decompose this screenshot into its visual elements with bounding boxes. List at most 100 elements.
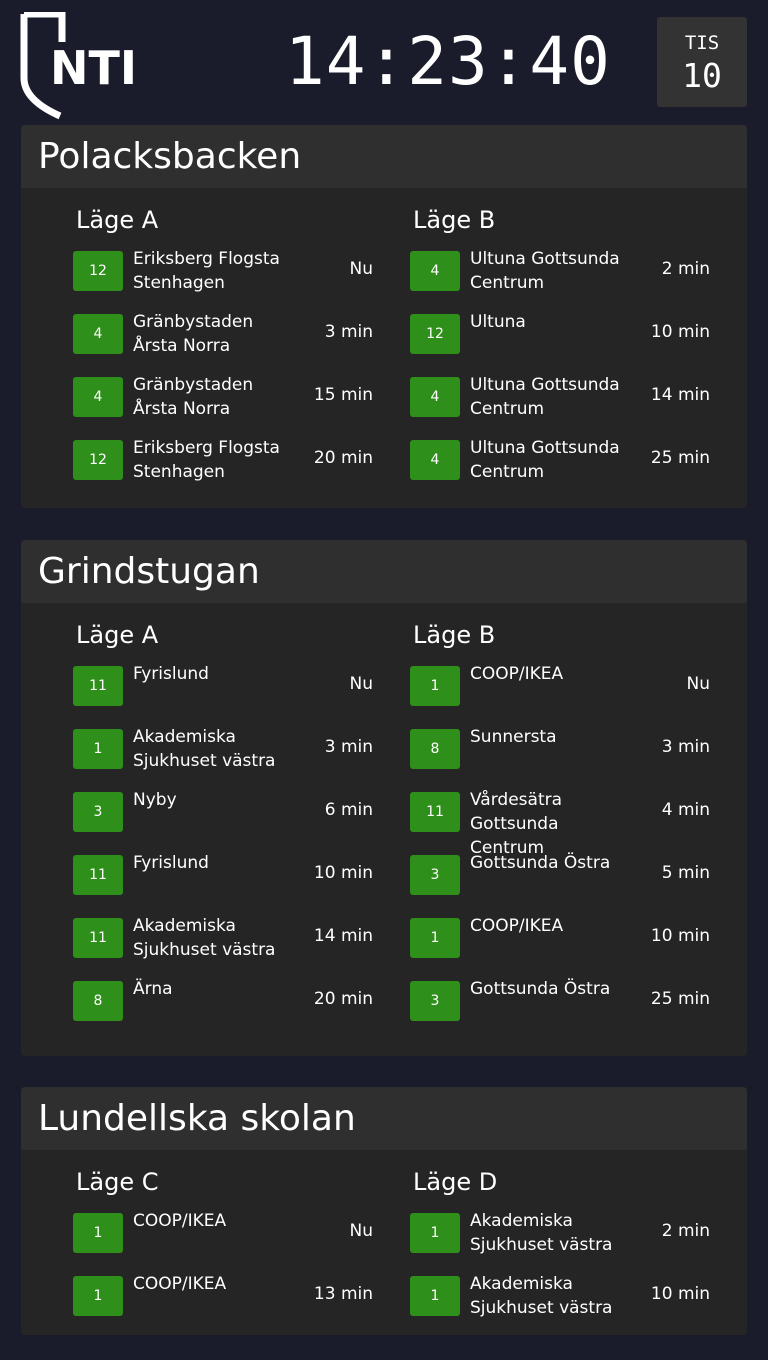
line-badge: 3	[410, 981, 460, 1021]
line-badge: 4	[410, 440, 460, 480]
position-label: Läge A	[76, 206, 159, 234]
destination: Gottsunda Östra	[470, 979, 611, 999]
destination: Ultuna	[470, 312, 526, 332]
departure-time: 2 min	[661, 259, 710, 279]
departure-time: Nu	[686, 674, 711, 694]
line-badge: 11	[73, 855, 123, 895]
departure-row: 4 Ultuna Gottsunda Centrum 14 min	[410, 375, 710, 438]
line-badge: 1	[410, 1213, 460, 1253]
logo-text: NTI	[50, 41, 137, 95]
line-badge: 12	[73, 440, 123, 480]
departure-time: 14 min	[650, 385, 710, 405]
weekday: TIS	[684, 32, 720, 54]
destination: Akademiska Sjukhuset västra	[470, 1274, 613, 1318]
line-badge: 4	[73, 314, 123, 354]
departure-row: 3 Gottsunda Östra 5 min	[410, 853, 710, 916]
stop-card: Lundellska skolan Läge C 1 COOP/IKEA Nu …	[21, 1087, 747, 1335]
departure-time: 4 min	[661, 800, 710, 820]
departure-row: 1 Akademiska Sjukhuset västra 10 min	[410, 1274, 710, 1335]
departure-time: Nu	[349, 1221, 374, 1241]
departure-row: 4 Gränbystaden Årsta Norra 3 min	[73, 312, 373, 375]
departure-time: 25 min	[650, 448, 710, 468]
departure-row: 4 Ultuna Gottsunda Centrum 25 min	[410, 438, 710, 501]
destination: Akademiska Sjukhuset västra	[133, 727, 276, 771]
departure-row: 1 Akademiska Sjukhuset västra 2 min	[410, 1211, 710, 1274]
departure-time: Nu	[349, 259, 374, 279]
destination: Nyby	[133, 790, 177, 810]
departure-row: 1 COOP/IKEA Nu	[73, 1211, 373, 1274]
departure-row: 11 Vårdesätra Gottsunda Centrum 4 min	[410, 790, 710, 858]
departure-time: Nu	[349, 674, 374, 694]
destination: Fyrislund	[133, 664, 209, 684]
destination: Gottsunda Östra	[470, 853, 611, 873]
line-badge: 12	[73, 251, 123, 291]
departure-time: 20 min	[313, 448, 373, 468]
departure-time: 20 min	[313, 989, 373, 1009]
departure-row: 1 COOP/IKEA 10 min	[410, 916, 710, 979]
line-badge: 11	[73, 666, 123, 706]
destination: COOP/IKEA	[133, 1274, 227, 1294]
day-of-month: 10	[682, 56, 722, 95]
line-badge: 4	[410, 251, 460, 291]
line-badge: 1	[410, 1276, 460, 1316]
departure-row: 1 COOP/IKEA 13 min	[73, 1274, 373, 1335]
departure-row: 3 Gottsunda Östra 25 min	[410, 979, 710, 1042]
line-badge: 1	[73, 1213, 123, 1253]
stop-title: Polacksbacken	[21, 125, 747, 188]
line-badge: 8	[73, 981, 123, 1021]
line-badge: 1	[73, 1276, 123, 1316]
departure-time: 6 min	[324, 800, 373, 820]
destination: COOP/IKEA	[470, 664, 564, 684]
line-badge: 4	[73, 377, 123, 417]
line-badge: 1	[410, 666, 460, 706]
departure-row: 8 Ärna 20 min	[73, 979, 373, 1042]
departure-time: 3 min	[661, 737, 710, 757]
clock: 14:23:40	[285, 23, 611, 100]
departure-row: 1 COOP/IKEA Nu	[410, 664, 710, 727]
destination: COOP/IKEA	[470, 916, 564, 936]
position-label: Läge A	[76, 621, 159, 649]
departure-time: 10 min	[313, 863, 373, 883]
line-badge: 3	[73, 792, 123, 832]
nti-logo: NTI	[20, 10, 150, 120]
line-badge: 1	[410, 918, 460, 958]
departure-row: 12 Ultuna 10 min	[410, 312, 710, 375]
position-label: Läge D	[413, 1168, 498, 1196]
destination: Vårdesätra Gottsunda Centrum	[470, 790, 563, 858]
departure-row: 4 Gränbystaden Årsta Norra 15 min	[73, 375, 373, 438]
destination: Akademiska Sjukhuset västra	[470, 1211, 613, 1255]
position-label: Läge B	[413, 206, 496, 234]
line-badge: 8	[410, 729, 460, 769]
destination: Eriksberg Flogsta Stenhagen	[133, 438, 280, 482]
departure-time: 25 min	[650, 989, 710, 1009]
stop-title: Grindstugan	[21, 540, 747, 603]
departure-row: 12 Eriksberg Flogsta Stenhagen Nu	[73, 249, 373, 312]
departure-time: 15 min	[313, 385, 373, 405]
destination: Gränbystaden Årsta Norra	[133, 312, 254, 356]
departure-time: 2 min	[661, 1221, 710, 1241]
line-badge: 4	[410, 377, 460, 417]
line-badge: 11	[73, 918, 123, 958]
destination: Ärna	[133, 979, 173, 999]
departure-row: 12 Eriksberg Flogsta Stenhagen 20 min	[73, 438, 373, 501]
destination: Ultuna Gottsunda Centrum	[470, 249, 620, 293]
header: NTI 14:23:40 TIS 10	[0, 0, 768, 125]
departure-row: 11 Fyrislund 10 min	[73, 853, 373, 916]
departure-time: 5 min	[661, 863, 710, 883]
destination: Fyrislund	[133, 853, 209, 873]
departure-row: 1 Akademiska Sjukhuset västra 3 min	[73, 727, 373, 790]
departure-row: 11 Fyrislund Nu	[73, 664, 373, 727]
line-badge: 11	[410, 792, 460, 832]
destination: Eriksberg Flogsta Stenhagen	[133, 249, 280, 293]
position-label: Läge B	[413, 621, 496, 649]
stop-title: Lundellska skolan	[21, 1087, 747, 1150]
stop-card: Polacksbacken Läge A 12 Eriksberg Flogst…	[21, 125, 747, 508]
line-badge: 1	[73, 729, 123, 769]
departure-time: 3 min	[324, 737, 373, 757]
destination: Gränbystaden Årsta Norra	[133, 375, 254, 419]
date-box: TIS 10	[657, 17, 747, 107]
departure-row: 4 Ultuna Gottsunda Centrum 2 min	[410, 249, 710, 312]
departure-time: 10 min	[650, 322, 710, 342]
line-badge: 3	[410, 855, 460, 895]
destination: Sunnersta	[470, 727, 557, 747]
